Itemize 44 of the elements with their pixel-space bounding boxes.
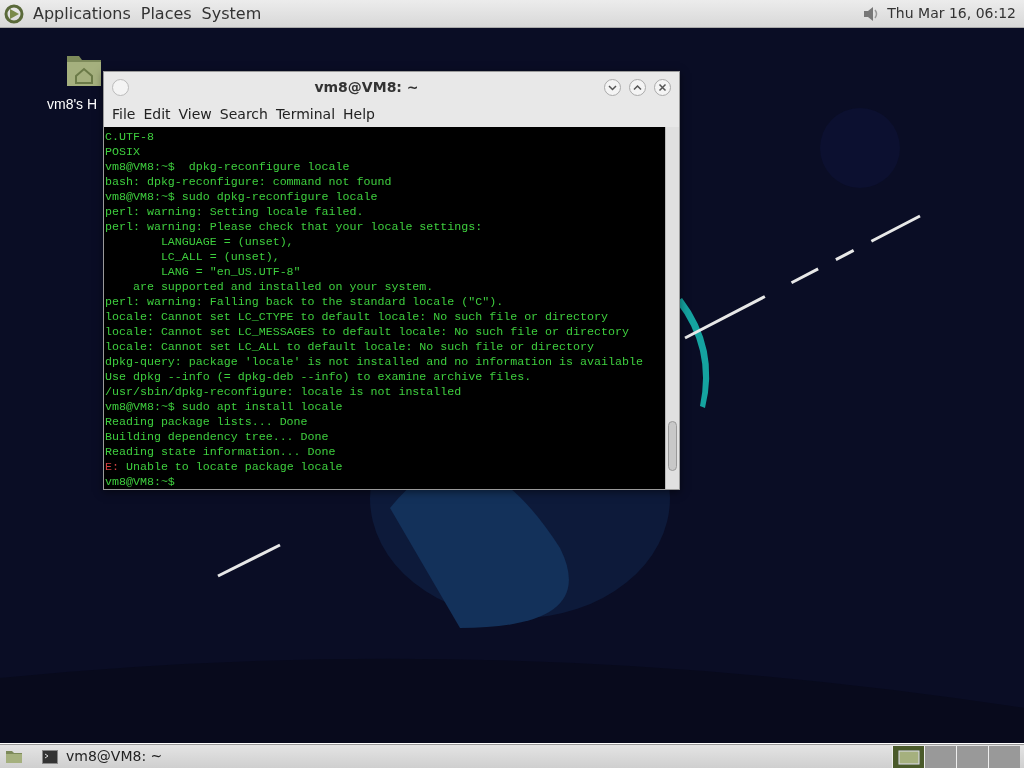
terminal-line: are supported and installed on your system.	[131, 279, 435, 294]
terminal-line: dpkg-query: package 'locale' is not installed and no information is available	[105, 354, 644, 369]
terminal-line: perl: warning: Please check that your locale settings:	[105, 219, 484, 234]
close-button[interactable]	[654, 78, 671, 96]
terminal-line: perl: warning: Falling back to the standard locale ("C").	[105, 294, 505, 309]
terminal-line: vm8@VM8:~$ dpkg-reconfigure locale	[105, 159, 351, 174]
desktop-icon-label[interactable]: vm8's H	[47, 94, 98, 115]
workspace-button[interactable]	[892, 745, 924, 768]
maximize-button[interactable]	[629, 78, 646, 96]
terminal-icon	[42, 749, 58, 764]
terminal-line: Reading state information... Done	[105, 444, 337, 459]
scrollbar[interactable]	[665, 127, 679, 489]
menu-item[interactable]: View	[174, 104, 216, 125]
terminal-line: E: Unable to locate package locale	[105, 459, 344, 474]
terminal-line: vm8@VM8:~$ sudo apt install locale	[105, 399, 344, 414]
terminal-line: perl: warning: Setting locale failed.	[105, 204, 365, 219]
panel-menu[interactable]: Places	[139, 0, 193, 27]
terminal-line: bash: dpkg-reconfigure: command not found	[105, 174, 393, 189]
terminal-line: LANG = "en_US.UTF-8"	[159, 264, 302, 279]
terminal-line: POSIX	[105, 144, 141, 159]
menu-item[interactable]: Search	[215, 104, 272, 125]
terminal-line: LC_ALL = (unset),	[159, 249, 281, 264]
menu-item[interactable]: File	[108, 104, 140, 125]
terminal-line: vm8@VM8:~$ sudo dpkg-reconfigure locale	[105, 189, 379, 204]
menu-item[interactable]: Edit	[139, 104, 175, 125]
panel-menu[interactable]: System	[200, 0, 263, 27]
terminal-line: LANGUAGE = (unset),	[159, 234, 295, 249]
terminal-line: /usr/sbin/dpkg-reconfigure: locale is not installed	[105, 384, 463, 399]
taskbar-button[interactable]: vm8@VM8: ~	[36, 746, 236, 767]
minimize-button[interactable]	[604, 78, 621, 96]
terminal-line: Reading package lists... Done	[105, 414, 309, 429]
terminal-line: Building dependency tree... Done	[105, 429, 330, 444]
terminal-line: locale: Cannot set LC_MESSAGES to default locale: No such file or directory	[105, 324, 630, 339]
clock[interactable]: Thu Mar 16, 06:12	[887, 3, 1016, 24]
menu-item[interactable]: Help	[339, 104, 379, 125]
menu-logo-icon[interactable]	[4, 3, 24, 24]
terminal-line: vm8@VM8:~$	[105, 474, 176, 489]
terminal-line: locale: Cannot set LC_CTYPE to default locale: No such file or directory	[105, 309, 609, 324]
terminal-line: C.UTF-8	[105, 129, 155, 144]
menu-item[interactable]: Terminal	[271, 104, 340, 125]
panel-menu[interactable]: Applications	[32, 0, 132, 27]
terminal-line: locale: Cannot set LC_ALL to default locale: No such file or directory	[105, 339, 595, 354]
terminal-line: Use dpkg --info (= dpkg-deb --info) to examine archive files.	[105, 369, 533, 384]
window-title: vm8@VM8: ~	[314, 78, 419, 95]
